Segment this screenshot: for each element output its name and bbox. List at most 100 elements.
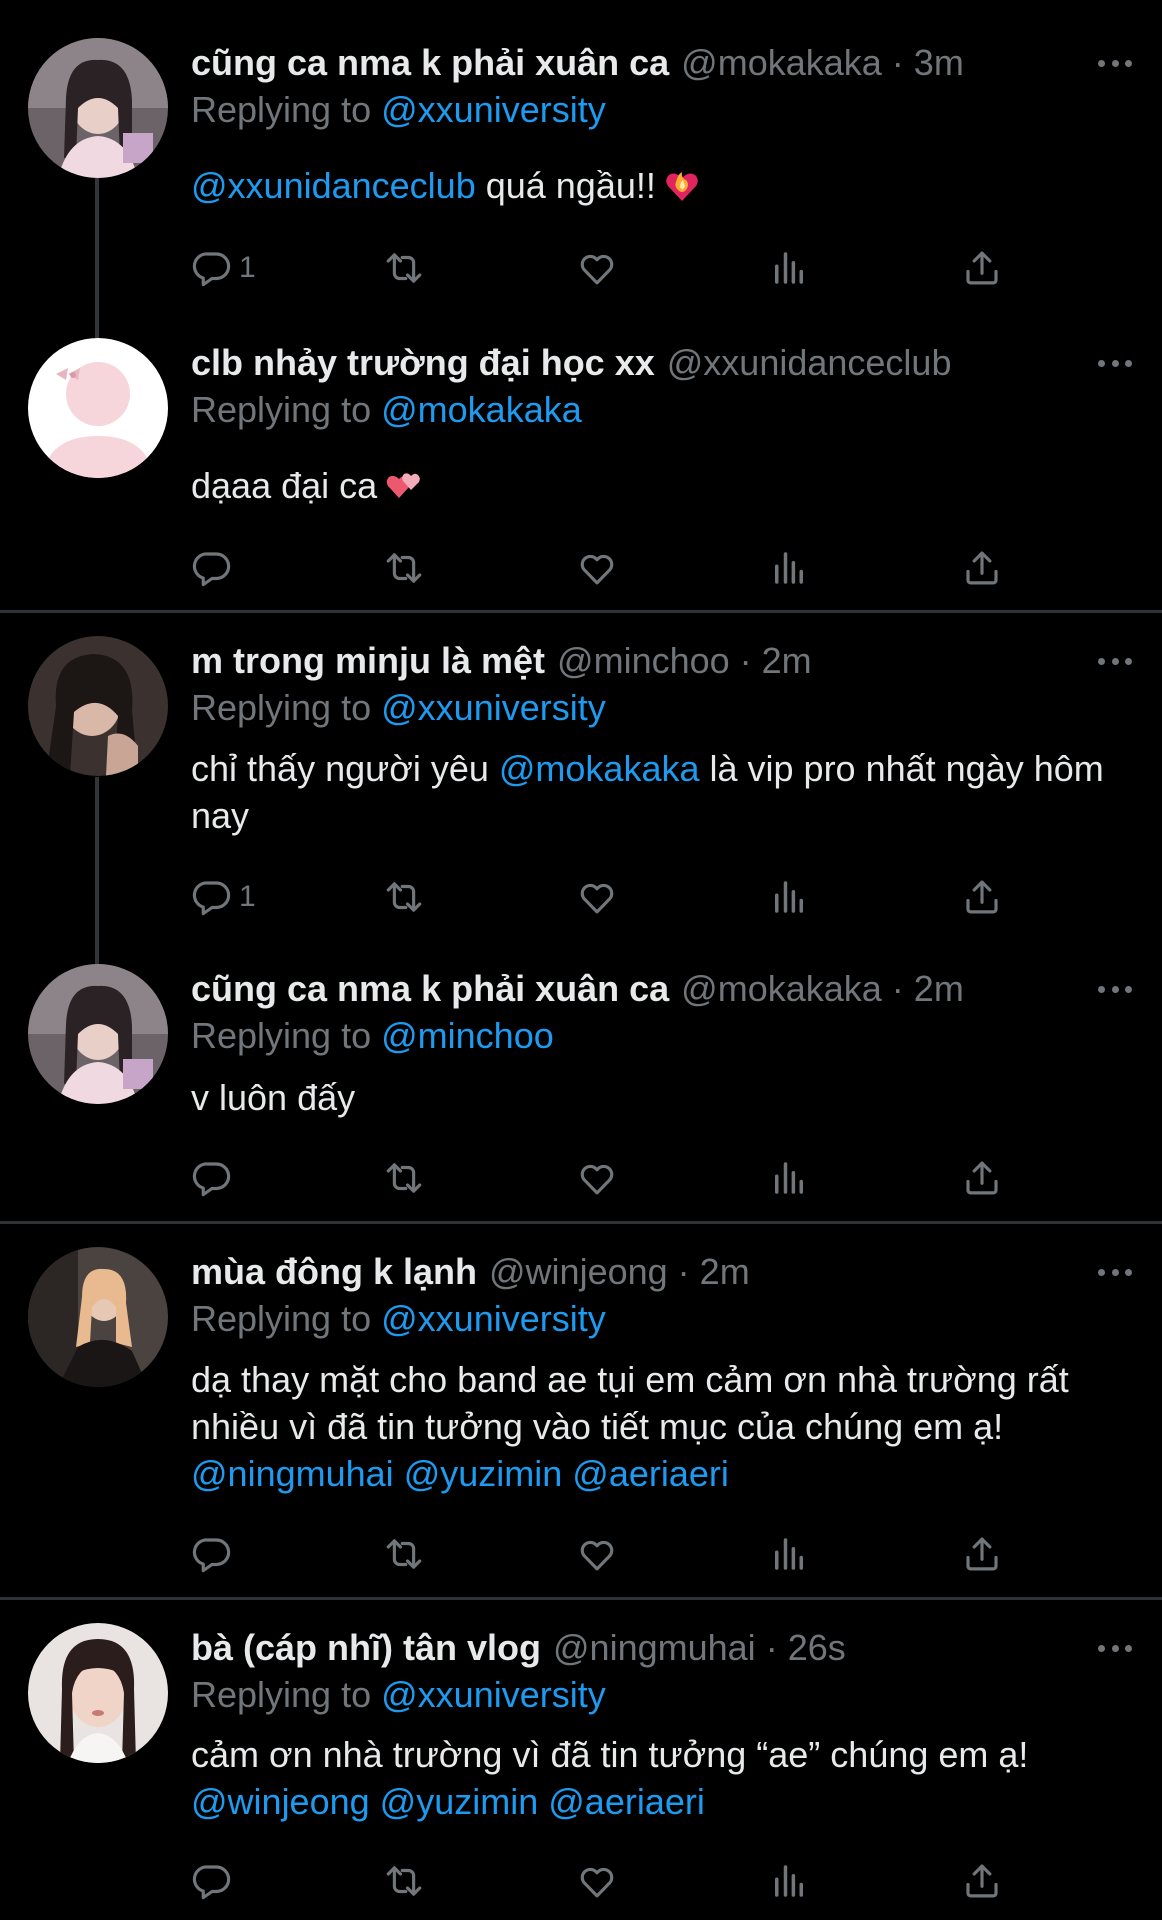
like-button[interactable] (576, 1856, 618, 1906)
reply-count: 1 (239, 880, 256, 913)
reply-button[interactable] (191, 1529, 239, 1579)
text-segment (394, 1453, 404, 1494)
more-horizontal-icon[interactable] (1098, 656, 1132, 666)
share-button[interactable] (961, 543, 1003, 593)
tweet-header: cũng ca nma k phải xuân ca @mokakaka · 3… (191, 38, 1132, 88)
like-button[interactable] (576, 872, 618, 922)
timestamp[interactable]: 26s (788, 1623, 846, 1673)
text-segment (562, 1453, 572, 1494)
replying-mention[interactable]: @xxuniversity (381, 1298, 606, 1339)
display-name[interactable]: cũng ca nma k phải xuân ca (191, 38, 669, 88)
tweet-item[interactable]: clb nhảy trường đại học xx @xxunidancecl… (0, 300, 1162, 610)
user-handle[interactable]: @winjeong (489, 1247, 668, 1297)
replying-to: Replying to @xxuniversity (191, 1295, 606, 1343)
retweet-button[interactable] (383, 1153, 425, 1203)
like-button[interactable] (576, 1529, 618, 1579)
tweet-item[interactable]: mùa đông k lạnh @winjeong · 2m Replying … (0, 1224, 1162, 1597)
text-segment: quá ngầu!! (475, 165, 656, 206)
avatar[interactable] (28, 338, 168, 478)
tweet-item[interactable]: cũng ca nma k phải xuân ca @mokakaka · 2… (0, 942, 1162, 1221)
avatar[interactable] (28, 38, 168, 178)
user-handle[interactable]: @ningmuhai (553, 1623, 756, 1673)
user-handle[interactable]: @mokakaka (681, 38, 882, 88)
avatar[interactable] (28, 964, 168, 1104)
reply-button[interactable] (191, 1153, 239, 1203)
reply-button[interactable]: 1 (191, 872, 256, 922)
display-name[interactable]: mùa đông k lạnh (191, 1247, 477, 1297)
share-button[interactable] (961, 243, 1003, 293)
reply-button[interactable] (191, 1856, 239, 1906)
action-bar: 1 (191, 243, 1026, 293)
retweet-button[interactable] (383, 1856, 425, 1906)
tweet-text: cảm ơn nhà trường vì đã tin tưởng “ae” c… (191, 1731, 1126, 1825)
share-button[interactable] (961, 1529, 1003, 1579)
mention-link[interactable]: @yuzimin (404, 1453, 563, 1494)
views-button[interactable] (768, 872, 810, 922)
reply-button[interactable] (191, 543, 239, 593)
avatar[interactable] (28, 636, 168, 776)
tweet-item[interactable]: bà (cáp nhĩ) tân vlog @ningmuhai · 26s R… (0, 1600, 1162, 1920)
timestamp[interactable]: 2m (762, 636, 812, 686)
replying-mention[interactable]: @xxuniversity (381, 89, 606, 130)
retweet-button[interactable] (383, 872, 425, 922)
heart-on-fire-emoji (664, 168, 700, 204)
more-horizontal-icon[interactable] (1098, 1267, 1132, 1277)
display-name[interactable]: cũng ca nma k phải xuân ca (191, 964, 669, 1014)
retweet-button[interactable] (383, 243, 425, 293)
more-horizontal-icon[interactable] (1098, 58, 1132, 68)
retweet-button[interactable] (383, 1529, 425, 1579)
replying-mention[interactable]: @mokakaka (381, 389, 582, 430)
tweet-text: @xxunidanceclub quá ngầu!! (191, 162, 1126, 209)
views-button[interactable] (768, 1529, 810, 1579)
mention-link[interactable]: @ningmuhai (191, 1453, 394, 1494)
display-name[interactable]: bà (cáp nhĩ) tân vlog (191, 1623, 541, 1673)
retweet-button[interactable] (383, 543, 425, 593)
reply-icon (191, 547, 233, 589)
user-handle[interactable]: @minchoo (557, 636, 730, 686)
mention-link[interactable]: @xxunidanceclub (191, 165, 476, 206)
tweet-header: m trong minju là mệt @minchoo · 2m (191, 636, 1132, 686)
reply-button[interactable]: 1 (191, 243, 256, 293)
more-horizontal-icon[interactable] (1098, 1643, 1132, 1653)
tweet-item[interactable]: m trong minju là mệt @minchoo · 2m Reply… (0, 612, 1162, 942)
views-button[interactable] (768, 243, 810, 293)
tweet-text: dạaa đại ca (191, 462, 1126, 509)
separator-dot: · (765, 1627, 778, 1668)
share-button[interactable] (961, 1856, 1003, 1906)
mention-link[interactable]: @mokakaka (499, 748, 700, 789)
views-button[interactable] (768, 1153, 810, 1203)
display-name[interactable]: clb nhảy trường đại học xx (191, 338, 655, 388)
display-name[interactable]: m trong minju là mệt (191, 636, 545, 686)
views-button[interactable] (768, 1856, 810, 1906)
replying-to: Replying to @mokakaka (191, 386, 582, 434)
retweet-icon (383, 876, 425, 918)
reply-icon (191, 1860, 233, 1902)
tweet-header: cũng ca nma k phải xuân ca @mokakaka · 2… (191, 964, 1132, 1014)
more-horizontal-icon[interactable] (1098, 984, 1132, 994)
replying-mention[interactable]: @xxuniversity (381, 687, 606, 728)
mention-link[interactable]: @aeriaeri (548, 1781, 705, 1822)
share-button[interactable] (961, 872, 1003, 922)
like-button[interactable] (576, 243, 618, 293)
like-button[interactable] (576, 543, 618, 593)
mention-link[interactable]: @yuzimin (380, 1781, 539, 1822)
share-icon (961, 247, 1003, 289)
timestamp[interactable]: 2m (700, 1247, 750, 1297)
views-button[interactable] (768, 543, 810, 593)
timestamp[interactable]: 2m (914, 964, 964, 1014)
mention-link[interactable]: @winjeong (191, 1781, 370, 1822)
more-horizontal-icon[interactable] (1098, 358, 1132, 368)
replying-mention[interactable]: @xxuniversity (381, 1674, 606, 1715)
avatar[interactable] (28, 1247, 168, 1387)
mention-link[interactable]: @aeriaeri (572, 1453, 729, 1494)
replying-mention[interactable]: @minchoo (381, 1015, 554, 1056)
avatar[interactable] (28, 1623, 168, 1763)
action-bar (191, 543, 1026, 593)
retweet-icon (383, 1533, 425, 1575)
timestamp[interactable]: 3m (914, 38, 964, 88)
tweet-item[interactable]: cũng ca nma k phải xuân ca @mokakaka · 3… (0, 0, 1162, 300)
user-handle[interactable]: @xxunidanceclub (667, 338, 952, 388)
share-button[interactable] (961, 1153, 1003, 1203)
like-button[interactable] (576, 1153, 618, 1203)
user-handle[interactable]: @mokakaka (681, 964, 882, 1014)
